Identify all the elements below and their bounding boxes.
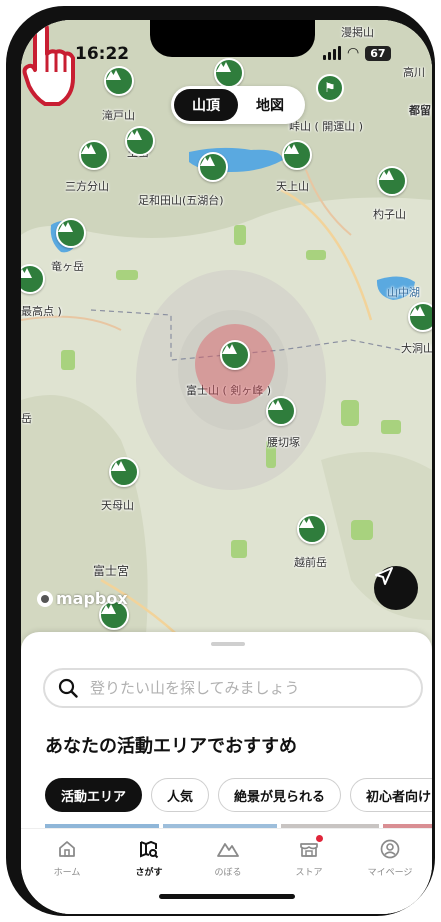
- map-label-take: 岳: [21, 412, 32, 425]
- store-notification-dot: [316, 835, 323, 842]
- search-map-icon: [140, 840, 159, 859]
- map-label-kaiun: 峠山 ( 開運山 ): [289, 120, 364, 133]
- chip-scenic[interactable]: 絶景が見られる: [218, 778, 342, 812]
- status-icons: ◠ 67: [323, 45, 391, 61]
- summit-pin-koshikiri[interactable]: [266, 396, 296, 426]
- summit-pin-fuji[interactable]: [220, 340, 250, 370]
- tab-mypage[interactable]: マイページ: [350, 837, 430, 878]
- tab-mypage-label: マイページ: [367, 868, 413, 878]
- summit-pin-oboraya[interactable]: [408, 302, 432, 332]
- phone-mockup: 滝戸山 王岳 三方分山 足和田山(五湖台) 天上山 峠山 ( 開運山 ) 都留 …: [0, 0, 441, 922]
- map-label-yamanaka: 山中湖: [387, 286, 420, 299]
- chip-popular[interactable]: 人気: [151, 778, 210, 812]
- mountain-icon: [200, 156, 215, 166]
- filter-chips: 活動エリア 人気 絶景が見られる 初心者向け: [45, 778, 432, 812]
- map-label-ryuga: 竜ヶ岳: [51, 260, 84, 273]
- mountain-icon: [81, 144, 96, 154]
- mountain-icon: [21, 268, 32, 278]
- battery-indicator: 67: [365, 45, 391, 61]
- search-icon: [58, 678, 78, 698]
- map-label-kensaku: 杓子山: [373, 208, 406, 221]
- phone-frame: 滝戸山 王岳 三方分山 足和田山(五湖台) 天上山 峠山 ( 開運山 ) 都留 …: [6, 6, 435, 916]
- mountain-icon: [127, 130, 142, 140]
- map-mode-toggle: 山頂 地図: [171, 86, 305, 124]
- tab-climb[interactable]: のぼる: [188, 837, 268, 878]
- mountain-icon: [216, 62, 231, 72]
- bottom-tab-bar: ホーム さがす のぼる ストア マイページ: [21, 828, 432, 914]
- chip-activity-area[interactable]: 活動エリア: [45, 778, 143, 812]
- mountain-icon: [299, 518, 314, 528]
- map-label-tenshi: 天母山: [101, 499, 134, 512]
- map-label-ashiwada: 足和田山(五湖台): [138, 194, 224, 207]
- summit-pin-echizen[interactable]: [297, 514, 327, 544]
- recommend-heading: あなたの活動エリアでおすすめ: [45, 736, 297, 757]
- tab-climb-label: のぼる: [214, 868, 242, 878]
- summit-pin-ryuga[interactable]: [56, 218, 86, 248]
- tab-search[interactable]: さがす: [109, 837, 189, 878]
- home-icon: [59, 841, 75, 857]
- tab-store-label: ストア: [295, 868, 323, 878]
- mountain-icon: [111, 461, 126, 471]
- map-label-mitsutoge: 三方分山: [65, 180, 109, 193]
- mountain-icon: [410, 306, 425, 316]
- mapbox-label: mapbox: [56, 589, 128, 608]
- home-indicator: [159, 894, 295, 899]
- store-icon: [300, 843, 318, 857]
- camera-notch: [150, 20, 315, 57]
- mountain-icon: [284, 144, 299, 154]
- navigation-arrow-icon: [375, 567, 393, 585]
- map-label-tenjo: 天上山: [276, 180, 309, 193]
- summit-pin-tenjo[interactable]: [282, 140, 312, 170]
- wifi-icon: ◠: [347, 45, 360, 61]
- map-label-echizen: 越前岳: [294, 556, 327, 569]
- mountain-icon: [58, 222, 73, 232]
- locate-button[interactable]: [374, 566, 418, 610]
- mountain-icon: [106, 70, 121, 80]
- mountain-icon: [217, 843, 239, 857]
- summit-pin-tenshi[interactable]: [109, 457, 139, 487]
- tab-home-label: ホーム: [53, 868, 81, 878]
- mountain-icon: [222, 344, 237, 354]
- map-label-oboraya: 大洞山: [401, 342, 432, 355]
- chip-beginner[interactable]: 初心者向け: [350, 778, 432, 812]
- tap-hand-icon: [22, 20, 75, 106]
- summit-pin-mitsutoge[interactable]: [79, 140, 109, 170]
- tab-search-label: さがす: [135, 868, 163, 878]
- map-label-takagawa: 高川: [403, 66, 425, 79]
- summit-pin-kensaku[interactable]: [377, 166, 407, 196]
- summit-pin-ogami[interactable]: [125, 126, 155, 156]
- summit-pin-ashiwada[interactable]: [198, 152, 228, 182]
- status-time: 16:22: [75, 44, 130, 64]
- flag-pin[interactable]: ⚑: [316, 74, 344, 102]
- toggle-map[interactable]: 地図: [238, 89, 302, 121]
- flag-icon: ⚑: [324, 80, 336, 96]
- mountain-search-input[interactable]: [88, 678, 392, 698]
- map-label-saiko: 最高点 ): [21, 305, 62, 318]
- signal-icon: [323, 46, 341, 60]
- mapbox-attribution[interactable]: mapbox: [37, 589, 128, 608]
- map-label-topright: 漫掲山: [341, 26, 374, 39]
- map-label-takizawa: 滝戸山: [102, 109, 135, 122]
- tab-store[interactable]: ストア: [269, 835, 349, 878]
- app-screen: 滝戸山 王岳 三方分山 足和田山(五湖台) 天上山 峠山 ( 開運山 ) 都留 …: [21, 20, 432, 914]
- sheet-drag-handle[interactable]: [211, 642, 245, 646]
- tab-home[interactable]: ホーム: [27, 837, 107, 878]
- mountain-search-bar[interactable]: [43, 668, 423, 708]
- mapbox-logo-icon: [37, 590, 53, 607]
- map-label-koshikiri: 腰切塚: [267, 436, 300, 449]
- mountain-icon: [379, 170, 394, 180]
- summit-pin-top[interactable]: [214, 58, 244, 88]
- map-label-fujinomiya: 富士宮: [93, 564, 130, 578]
- summit-pin-takizawa[interactable]: [104, 66, 134, 96]
- mountain-icon: [268, 400, 283, 410]
- profile-icon: [380, 839, 400, 859]
- toggle-summit[interactable]: 山頂: [174, 89, 238, 121]
- map-label-tsuru: 都留: [409, 104, 431, 117]
